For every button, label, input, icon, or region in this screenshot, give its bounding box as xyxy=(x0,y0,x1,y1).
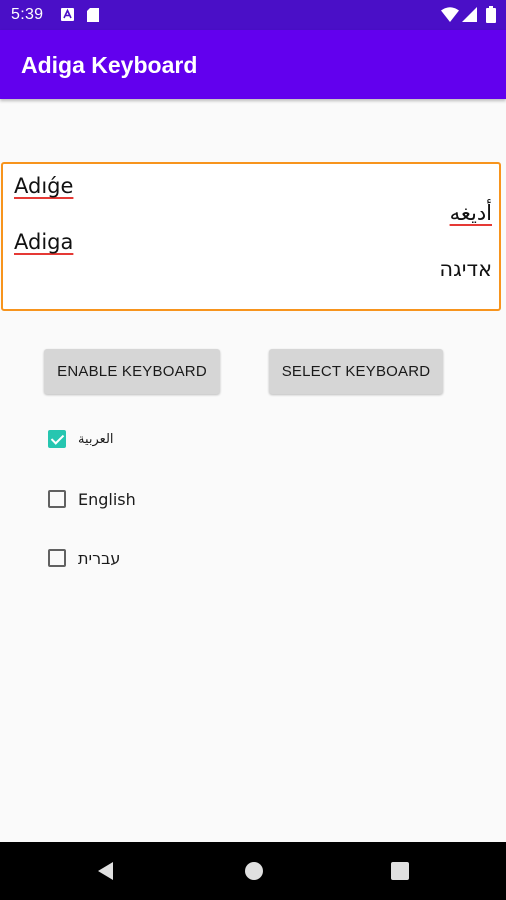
enable-keyboard-button[interactable]: ENABLE KEYBOARD xyxy=(44,349,220,394)
a-notification-icon xyxy=(61,8,74,26)
text-line-adiga-hebrew: אדיגה xyxy=(439,257,492,281)
screen: 5:39 Adiga Keyboard Adıǵe أديغه Adiga אד… xyxy=(0,0,506,900)
hebrew-label: עברית xyxy=(78,548,121,568)
english-checkbox[interactable] xyxy=(48,490,66,508)
app-bar: Adiga Keyboard xyxy=(0,30,506,99)
status-time: 5:39 xyxy=(11,6,44,23)
english-label: English xyxy=(78,489,136,509)
text-input-area[interactable]: Adıǵe أديغه Adiga אדיגה xyxy=(1,162,501,311)
select-keyboard-button[interactable]: SELECT KEYBOARD xyxy=(269,349,443,394)
arabic-checkbox[interactable] xyxy=(48,430,66,448)
back-icon[interactable] xyxy=(96,861,116,886)
arabic-label: العربية xyxy=(78,431,114,447)
language-option-arabic[interactable]: العربية xyxy=(48,426,114,452)
battery-icon xyxy=(486,6,496,28)
sd-card-icon xyxy=(87,8,99,27)
app-title: Adiga Keyboard xyxy=(21,52,198,78)
signal-icon xyxy=(462,7,477,27)
language-option-english[interactable]: English xyxy=(48,486,136,512)
recents-icon[interactable] xyxy=(391,862,409,885)
text-line-adige-arabic: أديغه xyxy=(449,201,492,225)
home-icon[interactable] xyxy=(244,861,264,886)
wifi-icon xyxy=(441,7,459,27)
text-line-adige-latin: Adıǵe xyxy=(14,174,74,198)
hebrew-checkbox[interactable] xyxy=(48,549,66,567)
navigation-bar xyxy=(0,842,506,900)
text-line-adiga-latin: Adiga xyxy=(14,230,74,254)
status-bar: 5:39 xyxy=(0,0,506,30)
language-option-hebrew[interactable]: עברית xyxy=(48,545,120,571)
